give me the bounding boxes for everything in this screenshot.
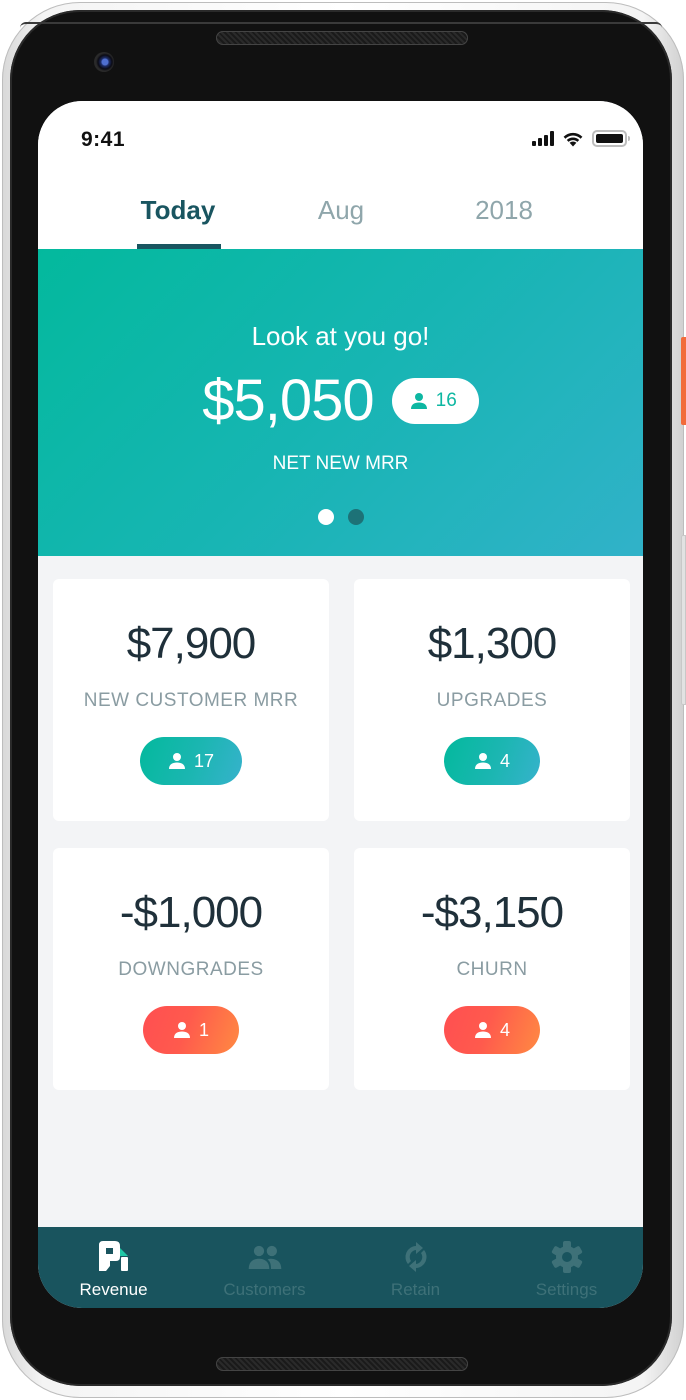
bottom-navigation: Revenue Customers Retain Settings	[38, 1227, 643, 1308]
customers-icon	[247, 1240, 283, 1274]
card-new-customer-mrr[interactable]: $7,900 NEW CUSTOMER MRR 17	[53, 579, 329, 821]
nav-customers[interactable]: Customers	[189, 1227, 340, 1308]
user-icon	[474, 752, 492, 770]
nav-retain[interactable]: Retain	[340, 1227, 491, 1308]
revenue-logo-icon	[96, 1240, 132, 1274]
page-dot-1[interactable]	[317, 509, 334, 525]
user-icon	[173, 1021, 191, 1039]
card-amount: -$3,150	[420, 888, 564, 937]
page-dot-2[interactable]	[347, 509, 364, 525]
nav-label: Settings	[535, 1280, 598, 1299]
card-amount: $7,900	[126, 619, 257, 668]
tab-today[interactable]: Today	[118, 195, 238, 226]
page-indicator	[38, 509, 643, 525]
period-tabs: Today Aug 2018	[38, 179, 643, 249]
nav-label: Retain	[390, 1280, 441, 1299]
customer-count-badge[interactable]: 17	[139, 737, 243, 785]
hero-tagline: Look at you go!	[251, 321, 430, 351]
customer-count-badge[interactable]: 1	[143, 1006, 239, 1054]
customer-count: 17	[193, 750, 215, 771]
refresh-icon	[398, 1240, 434, 1274]
front-camera	[94, 52, 114, 72]
status-time: 9:41	[81, 128, 126, 151]
hero-customer-count: 16	[435, 389, 457, 411]
card-label: CHURN	[456, 959, 528, 980]
user-icon	[410, 392, 428, 410]
user-icon	[168, 752, 186, 770]
hero-label: NET NEW MRR	[272, 453, 409, 474]
nav-label: Revenue	[79, 1280, 148, 1299]
net-new-mrr-hero[interactable]: Look at you go! $5,050 16 NET NEW MRR	[38, 249, 643, 556]
customer-count-badge[interactable]: 4	[444, 1006, 540, 1054]
card-label: DOWNGRADES	[118, 959, 264, 980]
user-icon	[474, 1021, 492, 1039]
status-icons	[532, 130, 630, 147]
nav-revenue[interactable]: Revenue	[38, 1227, 189, 1308]
customer-count-badge[interactable]: 4	[444, 737, 540, 785]
tab-aug[interactable]: Aug	[281, 195, 401, 226]
hero-amount: $5,050	[202, 368, 374, 433]
customer-count: 1	[198, 1019, 209, 1040]
card-amount: -$1,000	[119, 888, 263, 937]
power-button	[681, 337, 686, 425]
gear-icon	[549, 1240, 585, 1274]
customer-count: 4	[499, 1019, 510, 1040]
customer-count: 4	[499, 750, 510, 771]
card-downgrades[interactable]: -$1,000 DOWNGRADES 1	[53, 848, 329, 1090]
nav-settings[interactable]: Settings	[491, 1227, 642, 1308]
volume-button	[681, 535, 686, 705]
tab-2018[interactable]: 2018	[444, 195, 564, 226]
bottom-speaker	[216, 1357, 468, 1371]
card-amount: $1,300	[427, 619, 558, 668]
card-label: NEW CUSTOMER MRR	[83, 690, 299, 711]
nav-label: Customers	[223, 1280, 306, 1299]
card-upgrades[interactable]: $1,300 UPGRADES 4	[354, 579, 630, 821]
app-screen: 9:41 Today Aug 2018 Look at you go! $5,0…	[38, 101, 643, 1308]
battery-icon	[592, 130, 630, 147]
status-bar: 9:41	[38, 101, 643, 179]
signal-icon	[532, 131, 554, 146]
card-churn[interactable]: -$3,150 CHURN 4	[354, 848, 630, 1090]
hero-amount-row: $5,050 16	[38, 367, 643, 434]
card-label: UPGRADES	[436, 690, 548, 711]
top-speaker	[216, 31, 468, 45]
hero-customer-badge[interactable]: 16	[391, 377, 479, 424]
wifi-icon	[563, 132, 583, 146]
